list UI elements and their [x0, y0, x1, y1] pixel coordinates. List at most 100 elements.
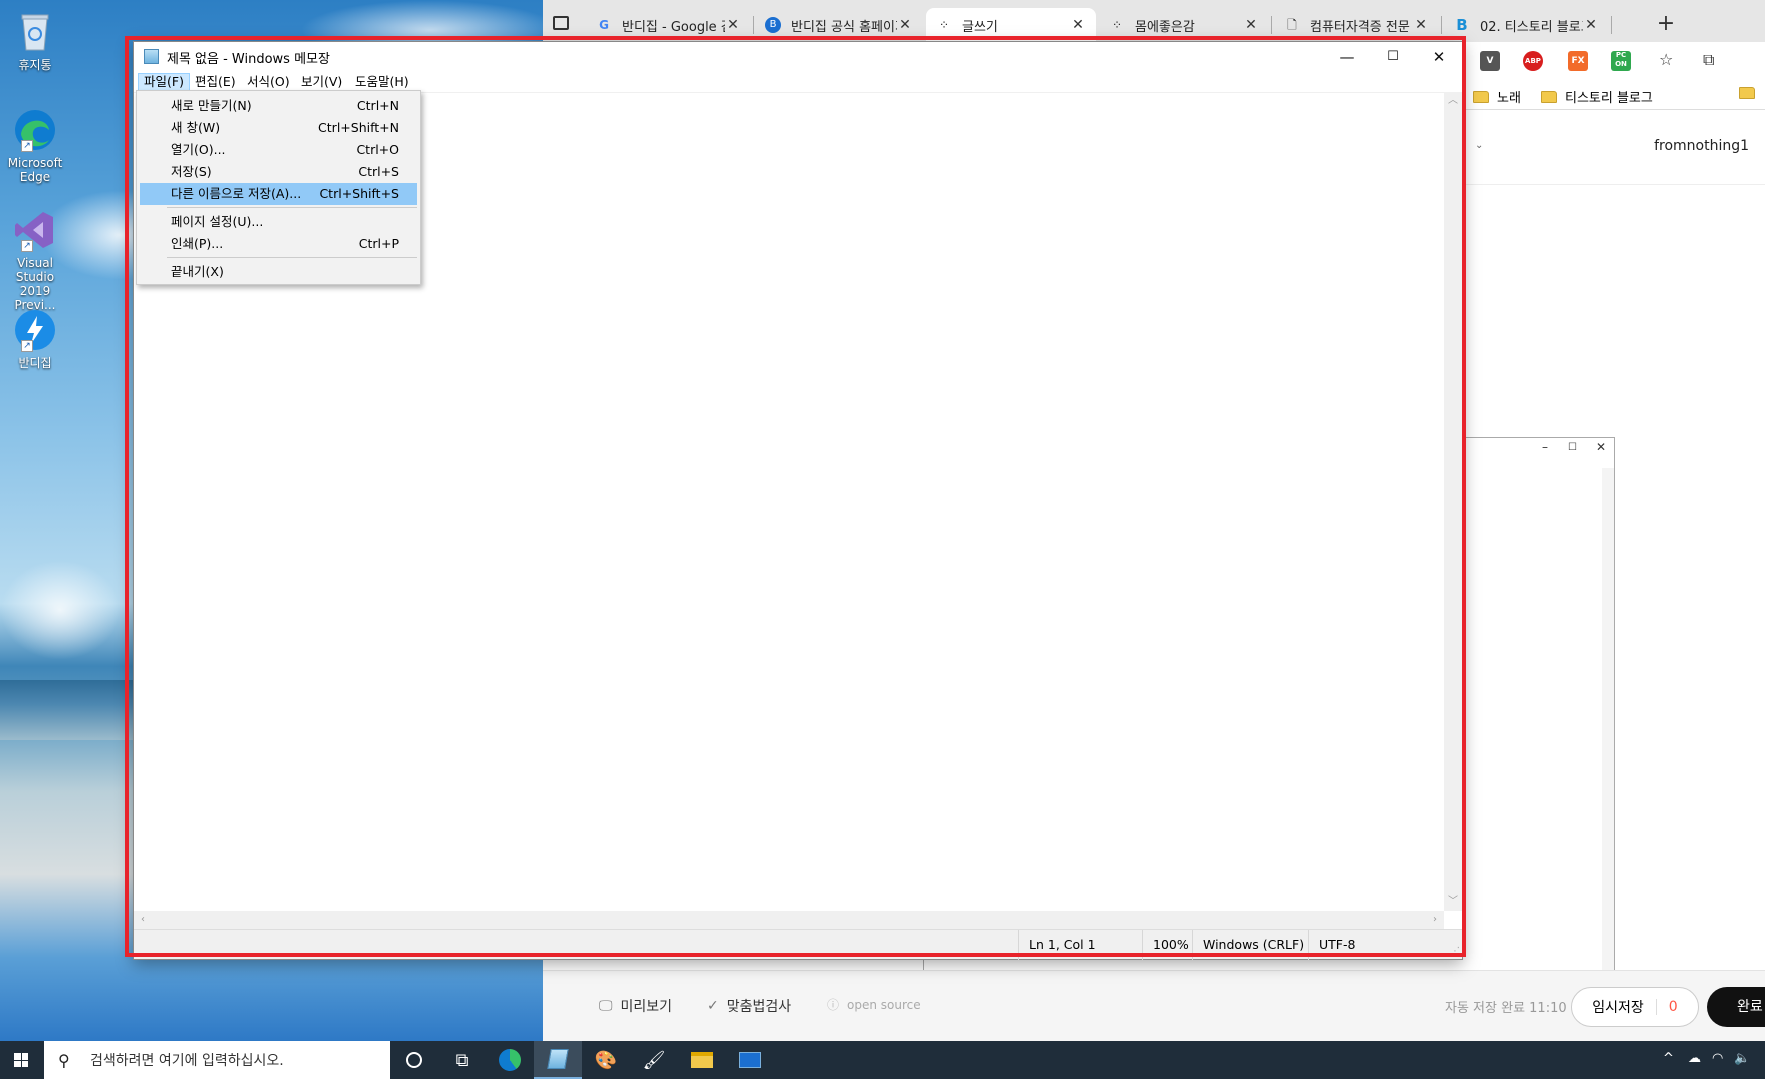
notepad-icon — [144, 49, 159, 64]
username[interactable]: fromnothing1 — [1654, 138, 1749, 154]
pc-on-icon[interactable]: PC ON — [1611, 51, 1631, 71]
tab-blog[interactable]: ⁘ 몸에좋은감 ✕ — [1099, 8, 1269, 42]
close-icon[interactable]: ✕ — [725, 17, 741, 33]
cortana-icon[interactable] — [390, 1041, 438, 1079]
paint3d-icon[interactable]: 🖌 — [630, 1041, 678, 1079]
window-title: 제목 없음 - Windows 메모장 — [167, 52, 330, 67]
notepad-statusbar: Ln 1, Col 1 100% Windows (CRLF) UTF-8 ⋰ — [134, 929, 1462, 960]
menu-item-page-setup[interactable]: 페이지 설정(U)... — [140, 211, 417, 233]
collections-icon[interactable]: ⧉ — [1703, 50, 1714, 70]
menu-separator — [167, 207, 417, 208]
menu-item-exit[interactable]: 끝내기(X) — [140, 261, 417, 283]
scroll-up-icon[interactable]: ︿ — [1444, 92, 1462, 110]
menu-edit[interactable]: 편집(E) — [190, 73, 241, 91]
v-extension-icon[interactable]: V — [1480, 51, 1500, 71]
mail-icon[interactable] — [726, 1041, 774, 1079]
wifi-icon[interactable]: ◠ — [1712, 1051, 1723, 1066]
menu-file[interactable]: 파일(F) — [138, 73, 190, 91]
taskbar-search[interactable]: ⚲ 검색하려면 여기에 입력하십시오. — [44, 1041, 390, 1079]
close-icon[interactable]: ✕ — [1583, 17, 1599, 33]
menu-view[interactable]: 보기(V) — [296, 73, 347, 91]
menu-help[interactable]: 도움말(H) — [350, 73, 414, 91]
desktop-icon-label: 휴지통 — [18, 58, 52, 72]
bandizip-site-icon: B — [765, 17, 781, 33]
monitor-icon: 🖵 — [599, 998, 613, 1014]
desktop-icon-visual-studio[interactable]: ↗ Visual Studio 2019 Previ... — [2, 208, 68, 312]
minimize-button[interactable]: — — [1324, 42, 1370, 72]
scroll-right-icon[interactable]: › — [1426, 911, 1444, 929]
tab-tistory-blog[interactable]: B 02. 티스토리 블로그 ✕ — [1444, 8, 1609, 42]
menu-item-print[interactable]: 인쇄(P)... Ctrl+P — [140, 233, 417, 255]
file-menu-dropdown: 새로 만들기(N) Ctrl+N 새 창(W) Ctrl+Shift+N 열기(… — [136, 90, 421, 285]
menu-format[interactable]: 서식(O) — [242, 73, 295, 91]
desktop-icon-edge[interactable]: ↗ Microsoft Edge — [2, 108, 68, 184]
close-button[interactable]: ✕ — [1416, 42, 1462, 72]
bookmark-folder[interactable]: 티스토리 블로그 — [1541, 87, 1653, 106]
tab-bandizip-home[interactable]: B 반디집 공식 홈페이지 ✕ — [755, 8, 923, 42]
menu-item-open[interactable]: 열기(O)... Ctrl+O — [140, 139, 417, 161]
start-button[interactable] — [0, 1041, 44, 1079]
menu-item-new-window[interactable]: 새 창(W) Ctrl+Shift+N — [140, 117, 417, 139]
chevron-down-icon[interactable]: ⌄ — [1475, 140, 1483, 151]
notepad-icon[interactable] — [534, 1041, 582, 1079]
close-icon[interactable]: ✕ — [1413, 17, 1429, 33]
chevron-up-icon[interactable]: ^ — [1663, 1051, 1674, 1066]
favorites-icon[interactable]: ☆ — [1659, 50, 1673, 69]
encoding: UTF-8 — [1308, 930, 1438, 960]
other-bookmarks[interactable] — [1739, 87, 1763, 99]
menu-item-new[interactable]: 새로 만들기(N) Ctrl+N — [140, 95, 417, 117]
tab-cert[interactable]: 🗋 컴퓨터자격증 전문 ✕ — [1274, 8, 1439, 42]
temp-save-button[interactable]: 임시저장 0 — [1571, 987, 1699, 1027]
fx-extension-icon[interactable]: FX — [1568, 51, 1588, 71]
adblock-icon[interactable]: ABP — [1523, 51, 1543, 71]
tab-actions-icon[interactable] — [553, 16, 569, 30]
vertical-scrollbar[interactable]: ︿ ﹀ — [1444, 92, 1462, 911]
close-icon: ✕ — [1432, 48, 1446, 66]
done-button[interactable]: 완료 — [1707, 987, 1765, 1027]
menu-item-save-as[interactable]: 다른 이름으로 저장(A)... Ctrl+Shift+S — [140, 183, 417, 205]
task-view-icon[interactable]: ⧉ — [438, 1041, 486, 1079]
desktop-icon-label: Microsoft Edge — [7, 156, 63, 184]
edge-icon[interactable] — [486, 1041, 534, 1079]
close-icon[interactable]: ✕ — [1070, 17, 1086, 33]
paint-icon[interactable]: 🎨 — [582, 1041, 630, 1079]
bookmark-folder[interactable]: 노래 — [1473, 87, 1521, 106]
desktop-icon-bandizip[interactable]: ↗ 반디집 — [2, 308, 68, 370]
zoom-level: 100% — [1142, 930, 1192, 960]
open-source-link[interactable]: ⓘ open source — [827, 996, 921, 1013]
folder-icon — [1739, 87, 1755, 99]
maximize-icon[interactable]: ☐ — [1568, 442, 1577, 453]
autosave-status: 자동 저장 완료 11:10 — [1445, 1001, 1567, 1016]
tab-bar: G 반디집 - Google 검색 ✕ B 반디집 공식 홈페이지 ✕ ⁘ 글쓰… — [543, 0, 1765, 42]
cursor-position: Ln 1, Col 1 — [1018, 930, 1142, 960]
google-icon: G — [599, 18, 609, 32]
open-source-icon: ⓘ — [827, 998, 840, 1012]
minimize-icon[interactable]: – — [1542, 440, 1548, 454]
desktop-icon-label: 반디집 — [18, 356, 52, 370]
new-tab-button[interactable]: + — [1651, 10, 1681, 40]
folder-icon — [1473, 90, 1489, 103]
horizontal-scrollbar[interactable]: ‹ › — [134, 911, 1444, 929]
menu-item-save[interactable]: 저장(S) Ctrl+S — [140, 161, 417, 183]
scroll-left-icon[interactable]: ‹ — [134, 911, 152, 929]
notepad-titlebar[interactable]: 제목 없음 - Windows 메모장 — ☐ ✕ — [134, 42, 1462, 72]
notepad-menubar: 파일(F) 편집(E) 서식(O) 보기(V) 도움말(H) — [134, 72, 1462, 92]
onedrive-icon[interactable]: ☁ — [1688, 1051, 1701, 1066]
desktop-icon-recycle-bin[interactable]: 휴지통 — [2, 10, 68, 72]
close-icon[interactable]: ✕ — [1596, 440, 1606, 454]
file-explorer-icon[interactable] — [678, 1041, 726, 1079]
scroll-down-icon[interactable]: ﹀ — [1444, 893, 1462, 911]
visual-studio-icon: ↗ — [13, 208, 57, 252]
close-icon[interactable]: ✕ — [897, 17, 913, 33]
taskbar: ⚲ 검색하려면 여기에 입력하십시오. ⧉ 🎨 🖌 ^ ☁ ◠ 🔈 — [0, 1041, 1765, 1079]
tab-write[interactable]: ⁘ 글쓰기 ✕ — [926, 8, 1096, 42]
line-ending: Windows (CRLF) — [1192, 930, 1308, 960]
close-icon[interactable]: ✕ — [1243, 17, 1259, 33]
maximize-button[interactable]: ☐ — [1370, 42, 1416, 72]
tab-google-search[interactable]: G 반디집 - Google 검색 ✕ — [586, 8, 751, 42]
preview-button[interactable]: 🖵 미리보기 — [599, 996, 672, 1016]
bandizip-icon: ↗ — [13, 308, 57, 352]
volume-muted-icon[interactable]: 🔈 — [1734, 1051, 1750, 1066]
spellcheck-button[interactable]: ✓ 맞춤법검사 — [707, 996, 791, 1016]
resize-grip-icon[interactable]: ⋰ — [1450, 946, 1460, 957]
